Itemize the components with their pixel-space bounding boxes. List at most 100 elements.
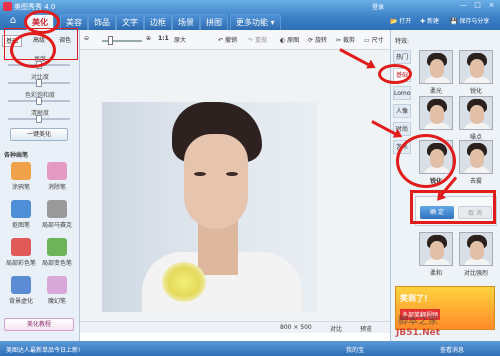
beauty-tutorial-button[interactable]: 美化教程 [4, 318, 74, 331]
crop-button[interactable]: ✂ 裁剪 [336, 35, 355, 44]
ratio-button[interactable]: 1:1 [158, 35, 169, 42]
photo-eye [226, 172, 238, 176]
status-tip[interactable]: 查看消息 [440, 345, 464, 354]
status-message[interactable]: 美图达人最新单品今日上新! [6, 345, 80, 354]
tool-mosaic[interactable]: 局部马赛克 [42, 200, 72, 232]
login-link[interactable]: 登录 [372, 2, 384, 11]
image-size-label: 800 × 500 [280, 324, 312, 331]
home-icon[interactable]: ⌂ [4, 15, 22, 29]
save-share-button[interactable]: 💾 保存与分享 [450, 16, 489, 28]
effect-label: 对比强烈 [463, 270, 488, 277]
tool-label: 局部变色笔 [42, 260, 73, 267]
rotate-label: 旋转 [314, 37, 327, 44]
rotate-button[interactable]: ⟳ 旋转 [308, 35, 327, 44]
tool-label: 抠图笔 [11, 222, 30, 229]
resize-label: 尺寸 [371, 37, 384, 44]
effect-thumb[interactable] [459, 232, 493, 266]
effect-label: 柔和 [429, 270, 442, 277]
open-button[interactable]: 📂 打开 [390, 16, 411, 28]
left-panel: 基础 高级 调色 亮度 对比度 色彩饱和度 清晰度 一键美化 各种画笔 涂鸦笔 … [0, 30, 80, 348]
save-share-label: 保存与分享 [459, 18, 490, 25]
effect-thumb[interactable] [419, 96, 453, 130]
photo-flower [162, 262, 206, 302]
status-bar: 美图达人最新单品今日上新! 我的宝 查看消息 [0, 341, 500, 356]
category-hot[interactable]: 热门 [393, 50, 411, 64]
annotation-circle [396, 134, 456, 188]
edited-photo[interactable] [102, 102, 317, 312]
maximize-button[interactable]: □ [472, 1, 483, 10]
tab-text[interactable]: 文字 [116, 14, 144, 30]
photo-eye [194, 172, 206, 176]
saturation-slider[interactable] [8, 97, 70, 105]
close-button[interactable]: × [486, 1, 497, 10]
ad-title: 笑到了! [400, 294, 428, 303]
thumb-part [464, 123, 490, 129]
image-toolbar: ⊖ ⊕ 1:1 原大 ↶ 撤销 ↷ 重做 ◐ 原图 ⟳ 旋转 ✂ 裁剪 ▭ 尺寸 [80, 30, 390, 50]
thumb-part [430, 105, 444, 124]
watermark-text: 脚本之家 [398, 316, 438, 327]
cutout-pen-icon [11, 200, 31, 218]
zoom-out-icon[interactable]: ⊖ [84, 35, 89, 42]
effect-label: 去雾 [469, 178, 482, 185]
contrast-slider[interactable] [8, 79, 70, 87]
minimize-button[interactable]: — [458, 1, 469, 10]
thumb-part [470, 59, 484, 78]
canvas-status: 800 × 500 对比 预览 [80, 321, 390, 333]
tab-collage[interactable]: 拼图 [200, 14, 228, 30]
effect-thumb[interactable] [459, 96, 493, 130]
tool-color-brush[interactable]: 局部彩色笔 [6, 238, 36, 270]
contrast-knob[interactable] [36, 79, 42, 87]
brush-section-title: 各种画笔 [4, 152, 29, 159]
tool-cutout-pen[interactable]: 抠图笔 [6, 200, 36, 232]
category-lomo[interactable]: Lomo [393, 86, 411, 100]
resize-button[interactable]: ▭ 尺寸 [364, 35, 384, 44]
sharpness-slider[interactable] [8, 115, 70, 123]
thumb-part [464, 77, 490, 83]
tab-accessories[interactable]: 饰品 [88, 14, 116, 30]
app-logo-icon [3, 2, 12, 11]
zoom-in-icon[interactable]: ⊕ [146, 35, 151, 42]
thumb-part [464, 167, 490, 173]
effect-thumb[interactable] [459, 50, 493, 84]
effect-thumb[interactable] [419, 50, 453, 84]
redo-label: 重做 [254, 37, 267, 44]
preview-button[interactable]: 预览 [360, 324, 372, 333]
tool-doodle-pen[interactable]: 涂鸦笔 [6, 162, 36, 194]
title-bar: 美图秀秀 4.0 登录 — □ × ⌂ 美化 美容 饰品 文字 边框 场景 拼图… [0, 0, 500, 30]
auto-beautify-button[interactable]: 一键美化 [10, 128, 68, 141]
zoom-knob[interactable] [108, 36, 113, 45]
sharpness-knob[interactable] [36, 115, 42, 123]
tab-more-features[interactable]: 更多功能 ▾ [230, 14, 281, 30]
tool-blur-background[interactable]: 背景虚化 [6, 276, 36, 308]
redo-button[interactable]: ↷ 重做 [248, 35, 267, 44]
tool-label: 魔幻笔 [47, 298, 66, 305]
effect-thumb[interactable] [459, 140, 493, 174]
undo-button[interactable]: ↶ 撤销 [218, 35, 237, 44]
tab-frame[interactable]: 边框 [144, 14, 172, 30]
original-size-button[interactable]: 原大 [174, 35, 186, 44]
canvas-area[interactable] [80, 50, 390, 321]
tab-scene[interactable]: 场景 [172, 14, 200, 30]
new-button[interactable]: ✚ 新建 [420, 16, 439, 28]
annotation-circle [378, 64, 412, 84]
recolor-brush-icon [47, 238, 67, 256]
category-portrait[interactable]: 人像 [393, 104, 411, 118]
original-label: 原图 [287, 37, 300, 44]
thumb-part [470, 149, 484, 168]
thumb-part [424, 123, 450, 129]
thumb-part [424, 259, 450, 265]
pencil-icon [11, 162, 31, 180]
color-brush-icon [11, 238, 31, 256]
tool-recolor-brush[interactable]: 局部变色笔 [42, 238, 72, 270]
eraser-icon [47, 162, 67, 180]
effect-label: 锐化 [469, 88, 482, 95]
tool-magic-pen[interactable]: 魔幻笔 [42, 276, 72, 308]
status-share[interactable]: 我的宝 [346, 345, 364, 354]
original-button[interactable]: ◐ 原图 [280, 35, 299, 44]
compare-button[interactable]: 对比 [330, 324, 342, 333]
tool-eraser-pen[interactable]: 消除笔 [42, 162, 72, 194]
saturation-knob[interactable] [36, 97, 42, 105]
effect-label: 柔光 [429, 88, 442, 95]
mosaic-icon [47, 200, 67, 218]
effect-thumb[interactable] [419, 232, 453, 266]
